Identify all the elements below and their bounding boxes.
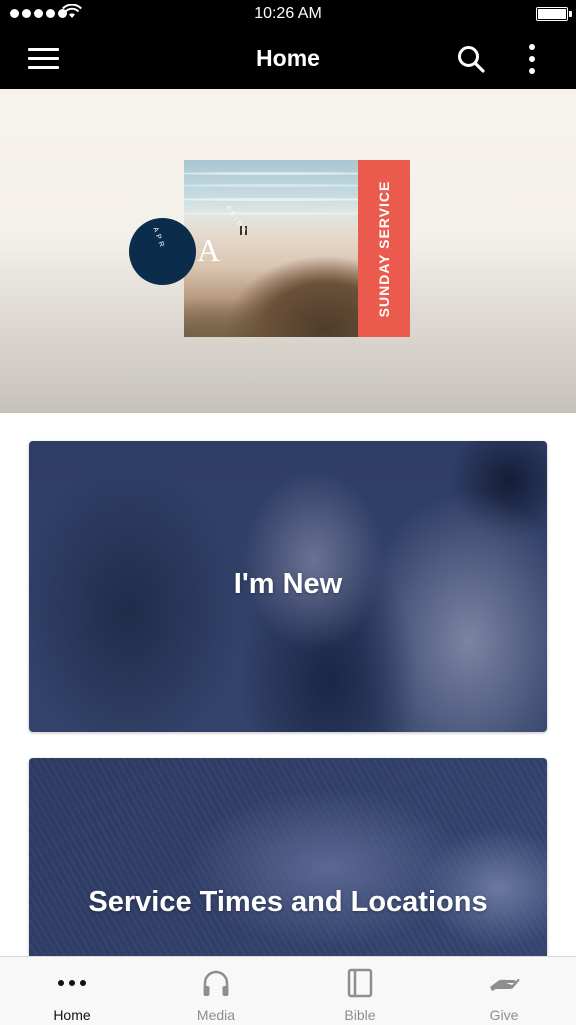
tab-bar: Home Media Bible Give	[0, 956, 576, 1025]
beach-photo: FEIDG A	[184, 160, 358, 337]
status-time: 10:26 AM	[254, 5, 322, 22]
battery-icon	[536, 7, 572, 21]
search-icon[interactable]	[456, 44, 486, 74]
tab-bible-label: Bible	[344, 1007, 376, 1023]
sunday-service-label: SUNDAY SERVICE	[376, 180, 392, 317]
logo-arc-text: FEIDG	[224, 205, 249, 237]
sunday-service-band: SUNDAY SERVICE	[358, 160, 410, 337]
logo-circle-text: APR	[151, 226, 166, 251]
im-new-tile[interactable]: I'm New	[29, 441, 547, 732]
headphones-icon	[144, 967, 288, 999]
logo-circle: APR	[129, 218, 196, 285]
tab-give[interactable]: Give	[432, 957, 576, 1025]
more-horizontal-icon	[0, 967, 144, 999]
logo-letter: A	[197, 232, 221, 268]
tab-media[interactable]: Media	[144, 957, 288, 1025]
status-bar: 10:26 AM	[0, 0, 576, 28]
give-hand-icon	[432, 967, 576, 999]
tab-media-label: Media	[196, 1007, 236, 1023]
book-icon	[288, 967, 432, 999]
service-times-label: Service Times and Locations	[88, 886, 488, 918]
sunday-service-artwork: FEIDG A SUNDAY SERVICE	[184, 160, 410, 337]
tab-home[interactable]: Home	[0, 957, 144, 1025]
hero-banner[interactable]: FEIDG A SUNDAY SERVICE APR	[0, 89, 576, 413]
im-new-label: I'm New	[233, 568, 343, 600]
service-times-tile[interactable]: Service Times and Locations	[29, 758, 547, 968]
tab-give-label: Give	[489, 1007, 519, 1023]
more-vertical-icon[interactable]	[522, 42, 542, 76]
tab-bible[interactable]: Bible	[288, 957, 432, 1025]
tab-home-label: Home	[53, 1007, 91, 1023]
page-title: Home	[256, 45, 320, 71]
navigation-bar: Home	[0, 28, 576, 89]
